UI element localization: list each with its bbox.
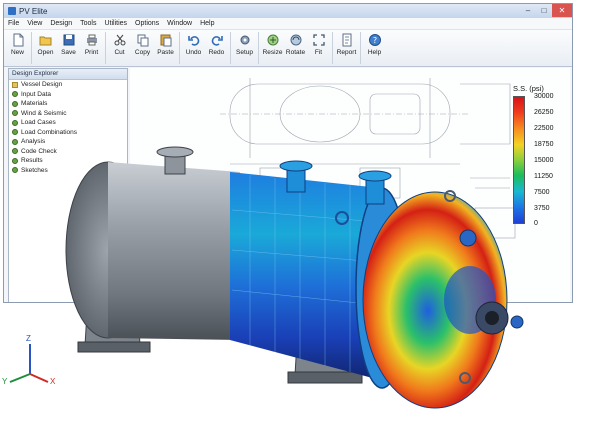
axis-z-label: Z <box>26 334 31 343</box>
axis-triad: Z X Y <box>2 334 56 386</box>
axis-x-label: X <box>50 377 56 386</box>
axis-y-label: Y <box>2 377 8 386</box>
pressure-vessel-render <box>65 146 524 409</box>
